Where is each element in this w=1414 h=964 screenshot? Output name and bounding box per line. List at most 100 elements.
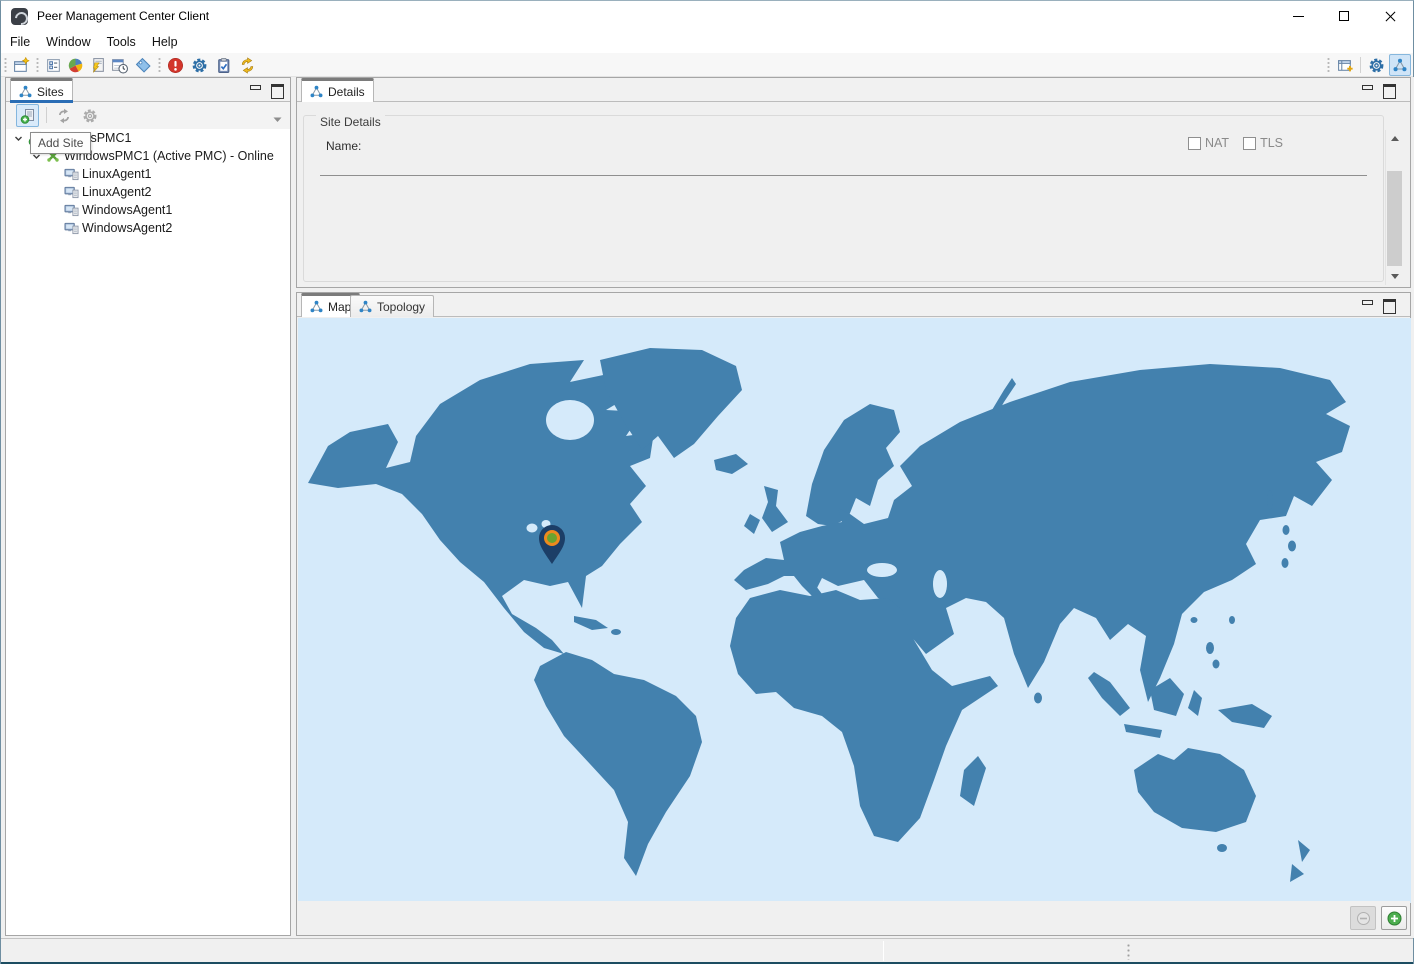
toolbar-grip[interactable] bbox=[36, 57, 39, 73]
details-scrollbar[interactable] bbox=[1385, 130, 1402, 285]
tasks-button[interactable] bbox=[212, 54, 234, 76]
maximize-button[interactable] bbox=[1321, 1, 1367, 31]
tag-icon bbox=[135, 57, 152, 74]
minimize-button[interactable] bbox=[1275, 1, 1321, 31]
titlebar: Peer Management Center Client bbox=[1, 1, 1413, 31]
menu-window[interactable]: Window bbox=[38, 33, 98, 51]
group-title: Site Details bbox=[316, 115, 385, 129]
tls-checkbox-group: TLS bbox=[1243, 136, 1283, 150]
close-button[interactable] bbox=[1367, 1, 1413, 31]
toolbar-grip[interactable] bbox=[4, 57, 7, 73]
network-triangle-icon bbox=[310, 300, 323, 313]
tree-row-agent[interactable]: WindowsAgent1 bbox=[6, 201, 290, 219]
toolbar-grip[interactable] bbox=[158, 57, 161, 73]
toolbar-grip[interactable] bbox=[1327, 57, 1330, 73]
tls-label: TLS bbox=[1260, 136, 1283, 150]
network-triangle-icon bbox=[1393, 58, 1407, 72]
panel-maximize-button[interactable] bbox=[270, 83, 284, 96]
scroll-up-button[interactable] bbox=[1386, 130, 1403, 147]
dashboard-button[interactable] bbox=[64, 54, 86, 76]
map-zoom-in-button[interactable] bbox=[1381, 906, 1407, 930]
add-site-button[interactable] bbox=[16, 104, 39, 127]
window-title: Peer Management Center Client bbox=[37, 9, 209, 23]
panel-minimize-button[interactable] bbox=[248, 83, 262, 96]
pie-chart-icon bbox=[67, 57, 84, 74]
sites-panel: Sites bbox=[5, 77, 291, 936]
details-panel-header: Details bbox=[297, 78, 1410, 102]
panel-maximize-button[interactable] bbox=[1382, 83, 1396, 96]
sync-arrows-icon bbox=[239, 57, 256, 74]
tree-label: LinuxAgent2 bbox=[82, 185, 152, 199]
nat-label: NAT bbox=[1205, 136, 1229, 150]
settings-perspective-button[interactable] bbox=[1365, 54, 1387, 76]
pin-center bbox=[547, 533, 557, 543]
tls-checkbox[interactable] bbox=[1243, 137, 1256, 150]
name-field-underline bbox=[320, 175, 1367, 176]
jobs-button[interactable] bbox=[86, 54, 108, 76]
details-content: Site Details Name: NAT TLS bbox=[297, 102, 1410, 287]
name-label: Name: bbox=[326, 139, 361, 153]
add-site-tooltip: Add Site bbox=[30, 132, 91, 154]
app-logo-icon bbox=[11, 8, 28, 25]
tree-label: WindowsAgent1 bbox=[82, 203, 172, 217]
tab-sites-label: Sites bbox=[37, 85, 64, 99]
expander-icon[interactable] bbox=[10, 134, 26, 143]
scrollbar-thumb[interactable] bbox=[1387, 171, 1402, 266]
world-map[interactable] bbox=[298, 318, 1411, 903]
toolbar-separator bbox=[1360, 57, 1361, 73]
settings-button[interactable] bbox=[188, 54, 210, 76]
world-map-svg bbox=[298, 318, 1411, 903]
nat-checkbox[interactable] bbox=[1188, 137, 1201, 150]
window-controls bbox=[1275, 1, 1413, 31]
scroll-down-button[interactable] bbox=[1386, 268, 1403, 285]
sites-tree: WindowsPMC1 WindowsPMC1 (Active PMC bbox=[6, 129, 290, 935]
tab-map-label: Map bbox=[328, 300, 351, 314]
site-settings-button[interactable] bbox=[78, 104, 101, 127]
tab-topology[interactable]: Topology bbox=[350, 295, 434, 317]
zoom-in-icon bbox=[1387, 911, 1402, 926]
main-toolbar bbox=[1, 53, 1413, 77]
alerts-button[interactable] bbox=[164, 54, 186, 76]
schedule-button[interactable] bbox=[108, 54, 130, 76]
tab-sites[interactable]: Sites bbox=[10, 78, 73, 102]
gear-icon bbox=[82, 108, 98, 124]
gear-icon bbox=[191, 57, 208, 74]
tree-row-agent[interactable]: WindowsAgent2 bbox=[6, 219, 290, 237]
menu-tools[interactable]: Tools bbox=[99, 33, 144, 51]
statusbar bbox=[1, 938, 1413, 962]
menu-help[interactable]: Help bbox=[144, 33, 186, 51]
map-panel-buttons bbox=[1360, 298, 1396, 311]
zoom-out-icon bbox=[1356, 911, 1371, 926]
map-footer bbox=[297, 901, 1410, 935]
workspace: Sites bbox=[1, 77, 1414, 938]
details-panel: Details Site Details Name: NAT bbox=[296, 77, 1411, 288]
sites-view-toolbar bbox=[6, 102, 290, 129]
panel-minimize-button[interactable] bbox=[1360, 298, 1374, 311]
sync-button[interactable] bbox=[236, 54, 258, 76]
network-triangle-icon bbox=[19, 85, 32, 98]
view-menu-button[interactable] bbox=[273, 112, 282, 126]
statusbar-grip[interactable] bbox=[1127, 943, 1130, 960]
tab-details[interactable]: Details bbox=[301, 78, 374, 102]
site-option-checkboxes: NAT TLS bbox=[1188, 136, 1283, 150]
network-perspective-button[interactable] bbox=[1389, 54, 1411, 76]
network-triangle-icon bbox=[310, 85, 323, 98]
map-zoom-out-button[interactable] bbox=[1350, 906, 1376, 930]
refresh-button[interactable] bbox=[52, 104, 75, 127]
new-window-button[interactable] bbox=[10, 54, 32, 76]
menu-file[interactable]: File bbox=[2, 33, 38, 51]
tree-row-agent[interactable]: LinuxAgent2 bbox=[6, 183, 290, 201]
panel-maximize-button[interactable] bbox=[1382, 298, 1396, 311]
map-panel: Map Topology bbox=[296, 292, 1411, 936]
arrow-down-icon bbox=[1391, 274, 1399, 279]
alert-icon bbox=[167, 57, 184, 74]
maximize-icon bbox=[1339, 11, 1349, 21]
refresh-icon bbox=[56, 108, 72, 124]
menubar: File Window Tools Help bbox=[1, 31, 1413, 53]
tags-button[interactable] bbox=[132, 54, 154, 76]
panel-minimize-button[interactable] bbox=[1360, 83, 1374, 96]
open-perspective-button[interactable] bbox=[1334, 54, 1356, 76]
tree-row-agent[interactable]: LinuxAgent1 bbox=[6, 165, 290, 183]
site-details-groupbox: Site Details Name: NAT TLS bbox=[303, 115, 1384, 282]
preferences-button[interactable] bbox=[42, 54, 64, 76]
